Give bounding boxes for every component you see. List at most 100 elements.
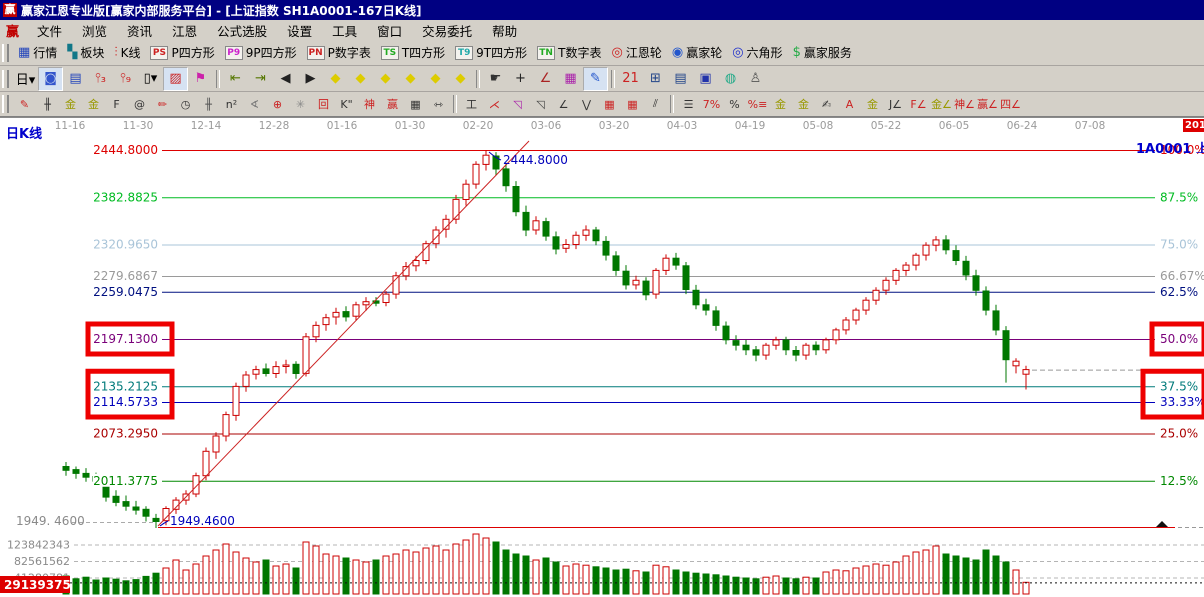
parallel-lines-tool[interactable]: ⫽ [644, 93, 667, 115]
diamond-right-button[interactable]: ◆ [348, 67, 373, 91]
hexagon-button[interactable]: ◎六角形 [727, 42, 787, 64]
p-square-button[interactable]: PSP四方形 [145, 42, 219, 64]
red-grid-tool[interactable]: ▦ [598, 93, 621, 115]
last-page-button[interactable]: ⇥ [248, 67, 273, 91]
next-button[interactable]: ▶ [298, 67, 323, 91]
gold-three-tool[interactable]: 金 [792, 93, 815, 115]
first-page-button[interactable]: ⇤ [223, 67, 248, 91]
pencil-bars-tool[interactable]: ✍ [815, 93, 838, 115]
gold-lines-2-tool[interactable]: 金 [82, 93, 105, 115]
dense-hatch-tool[interactable]: ╫ [197, 93, 220, 115]
quotes-button[interactable]: ▦行情 [13, 42, 62, 64]
crosshair-tool-button[interactable]: + [508, 67, 533, 91]
width-arrows-tool[interactable]: ⇿ [427, 93, 450, 115]
n-squared-tool[interactable]: n² [220, 93, 243, 115]
user-help-button[interactable]: ♙ [743, 67, 768, 91]
mirror-angle-tool[interactable]: ∢ [243, 93, 266, 115]
prev-button[interactable]: ◀ [273, 67, 298, 91]
menu-item-8[interactable]: 交易委托 [412, 19, 482, 42]
bars-9-button[interactable]: ⫯₉ [113, 67, 138, 91]
flag-chart-button[interactable]: ⚑ [188, 67, 213, 91]
percent-tool[interactable]: % [723, 93, 746, 115]
save-button[interactable]: ▣ [693, 67, 718, 91]
f-lines-tool[interactable]: F [105, 93, 128, 115]
menu-item-4[interactable]: 公式选股 [207, 19, 277, 42]
k-mark-tool[interactable]: K" [335, 93, 358, 115]
toolbar-grip[interactable] [2, 70, 9, 88]
window-titlebar[interactable]: 赢 赢家江恩专业版[赢家内部服务平台] - [上证指数 SH1A0001-167… [0, 0, 1204, 20]
hatch-lines-tool[interactable]: ╫ [36, 93, 59, 115]
toolbar-grip[interactable] [2, 95, 9, 113]
a-waves-tool[interactable]: A [838, 93, 861, 115]
red-frame-button[interactable]: ▨ [163, 67, 188, 91]
menu-item-1[interactable]: 浏览 [72, 19, 117, 42]
winner-wheel-button[interactable]: ◉赢家轮 [667, 42, 727, 64]
grid-tool-button[interactable]: ▦ [558, 67, 583, 91]
toolbar-grip[interactable] [2, 44, 9, 62]
scroll-position-marker[interactable] [1156, 521, 1168, 527]
menu-item-5[interactable]: 设置 [277, 19, 322, 42]
diamond-shrink-button[interactable]: ◆ [398, 67, 423, 91]
winner-service-button[interactable]: $赢家服务 [788, 42, 857, 64]
p-table-button[interactable]: PNP数字表 [302, 42, 376, 64]
circle-cross-tool[interactable]: ⊕ [266, 93, 289, 115]
gann-wheel-button[interactable]: ◎江恩轮 [606, 42, 666, 64]
dark-fan-tool[interactable]: ◹ [529, 93, 552, 115]
angle-lines-tool[interactable]: ∠ [552, 93, 575, 115]
clock-cycle-tool[interactable]: ◷ [174, 93, 197, 115]
menu-item-3[interactable]: 江恩 [162, 19, 207, 42]
gold-red-lines-tool[interactable]: 金 [861, 93, 884, 115]
gold-angle-tool[interactable]: 金∠ [930, 93, 953, 115]
t-square-button[interactable]: TST四方形 [376, 42, 450, 64]
gold-lines-1-tool[interactable]: 金 [59, 93, 82, 115]
pencil-tool[interactable]: ✎ [13, 93, 36, 115]
grid-123-tool[interactable]: ▦ [404, 93, 427, 115]
hand-tool-button[interactable]: ☛ [483, 67, 508, 91]
sectors-button[interactable]: ▚板块 [62, 42, 109, 64]
kline-chart-canvas[interactable]: 11-1611-3012-1412-2801-1601-3002-2003-06… [0, 117, 1204, 597]
9t-square-button[interactable]: T99T四方形 [450, 42, 532, 64]
shen-angle-tool[interactable]: 神∠ [953, 93, 976, 115]
kline-button[interactable]: ⫶K线 [109, 42, 145, 64]
calendar-button[interactable]: 21 [618, 67, 643, 91]
calculator-button[interactable]: ⊞ [643, 67, 668, 91]
diamond-vertical-button[interactable]: ◆ [423, 67, 448, 91]
window-layout-button[interactable]: ◙ [38, 67, 63, 91]
menu-item-2[interactable]: 资讯 [117, 19, 162, 42]
shen-tool[interactable]: 神 [358, 93, 381, 115]
bars-3-button[interactable]: ⫯₃ [88, 67, 113, 91]
network-button[interactable]: ◍ [718, 67, 743, 91]
f-angle-tool[interactable]: F∠ [907, 93, 930, 115]
si-angle-tool[interactable]: 四∠ [999, 93, 1022, 115]
square-spiral-tool[interactable]: 回 [312, 93, 335, 115]
t-table-button[interactable]: TNT数字表 [532, 42, 606, 64]
levels-tool[interactable]: ☰ [677, 93, 700, 115]
draw-tool-button[interactable]: ✎ [583, 67, 608, 91]
star-circle-tool[interactable]: ✳ [289, 93, 312, 115]
spiral-tool[interactable]: @ [128, 93, 151, 115]
9p-square-button[interactable]: P99P四方形 [220, 42, 302, 64]
angle-tool-button[interactable]: ∠ [533, 67, 558, 91]
diamond-all-button[interactable]: ◆ [448, 67, 473, 91]
square-line-tool[interactable]: 工 [460, 93, 483, 115]
purple-fan-tool[interactable]: ◹ [506, 93, 529, 115]
diamond-expand-button[interactable]: ◆ [373, 67, 398, 91]
v-lines-tool[interactable]: ⋁ [575, 93, 598, 115]
red-fan-tool[interactable]: ⋌ [483, 93, 506, 115]
seven-percent-tool[interactable]: 7% [700, 93, 723, 115]
menu-item-6[interactable]: 工具 [322, 19, 367, 42]
menu-item-9[interactable]: 帮助 [482, 19, 527, 42]
notepad-button[interactable]: ▤ [668, 67, 693, 91]
red-grid-arrow-tool[interactable]: ▦ [621, 93, 644, 115]
gold-circle-tool[interactable]: 金 [769, 93, 792, 115]
ying-tool[interactable]: 赢 [381, 93, 404, 115]
menu-item-0[interactable]: 文件 [27, 19, 72, 42]
ying-angle-tool[interactable]: 赢∠ [976, 93, 999, 115]
diamond-left-button[interactable]: ◆ [323, 67, 348, 91]
info-panel-button[interactable]: ▤ [63, 67, 88, 91]
menu-item-7[interactable]: 窗口 [367, 19, 412, 42]
percent-lines-tool[interactable]: %≡ [746, 93, 769, 115]
candle-style-dropdown[interactable]: ▯▾ [138, 67, 163, 91]
red-pencil-tool[interactable]: ✏ [151, 93, 174, 115]
period-day-dropdown[interactable]: 日▾ [13, 67, 38, 91]
